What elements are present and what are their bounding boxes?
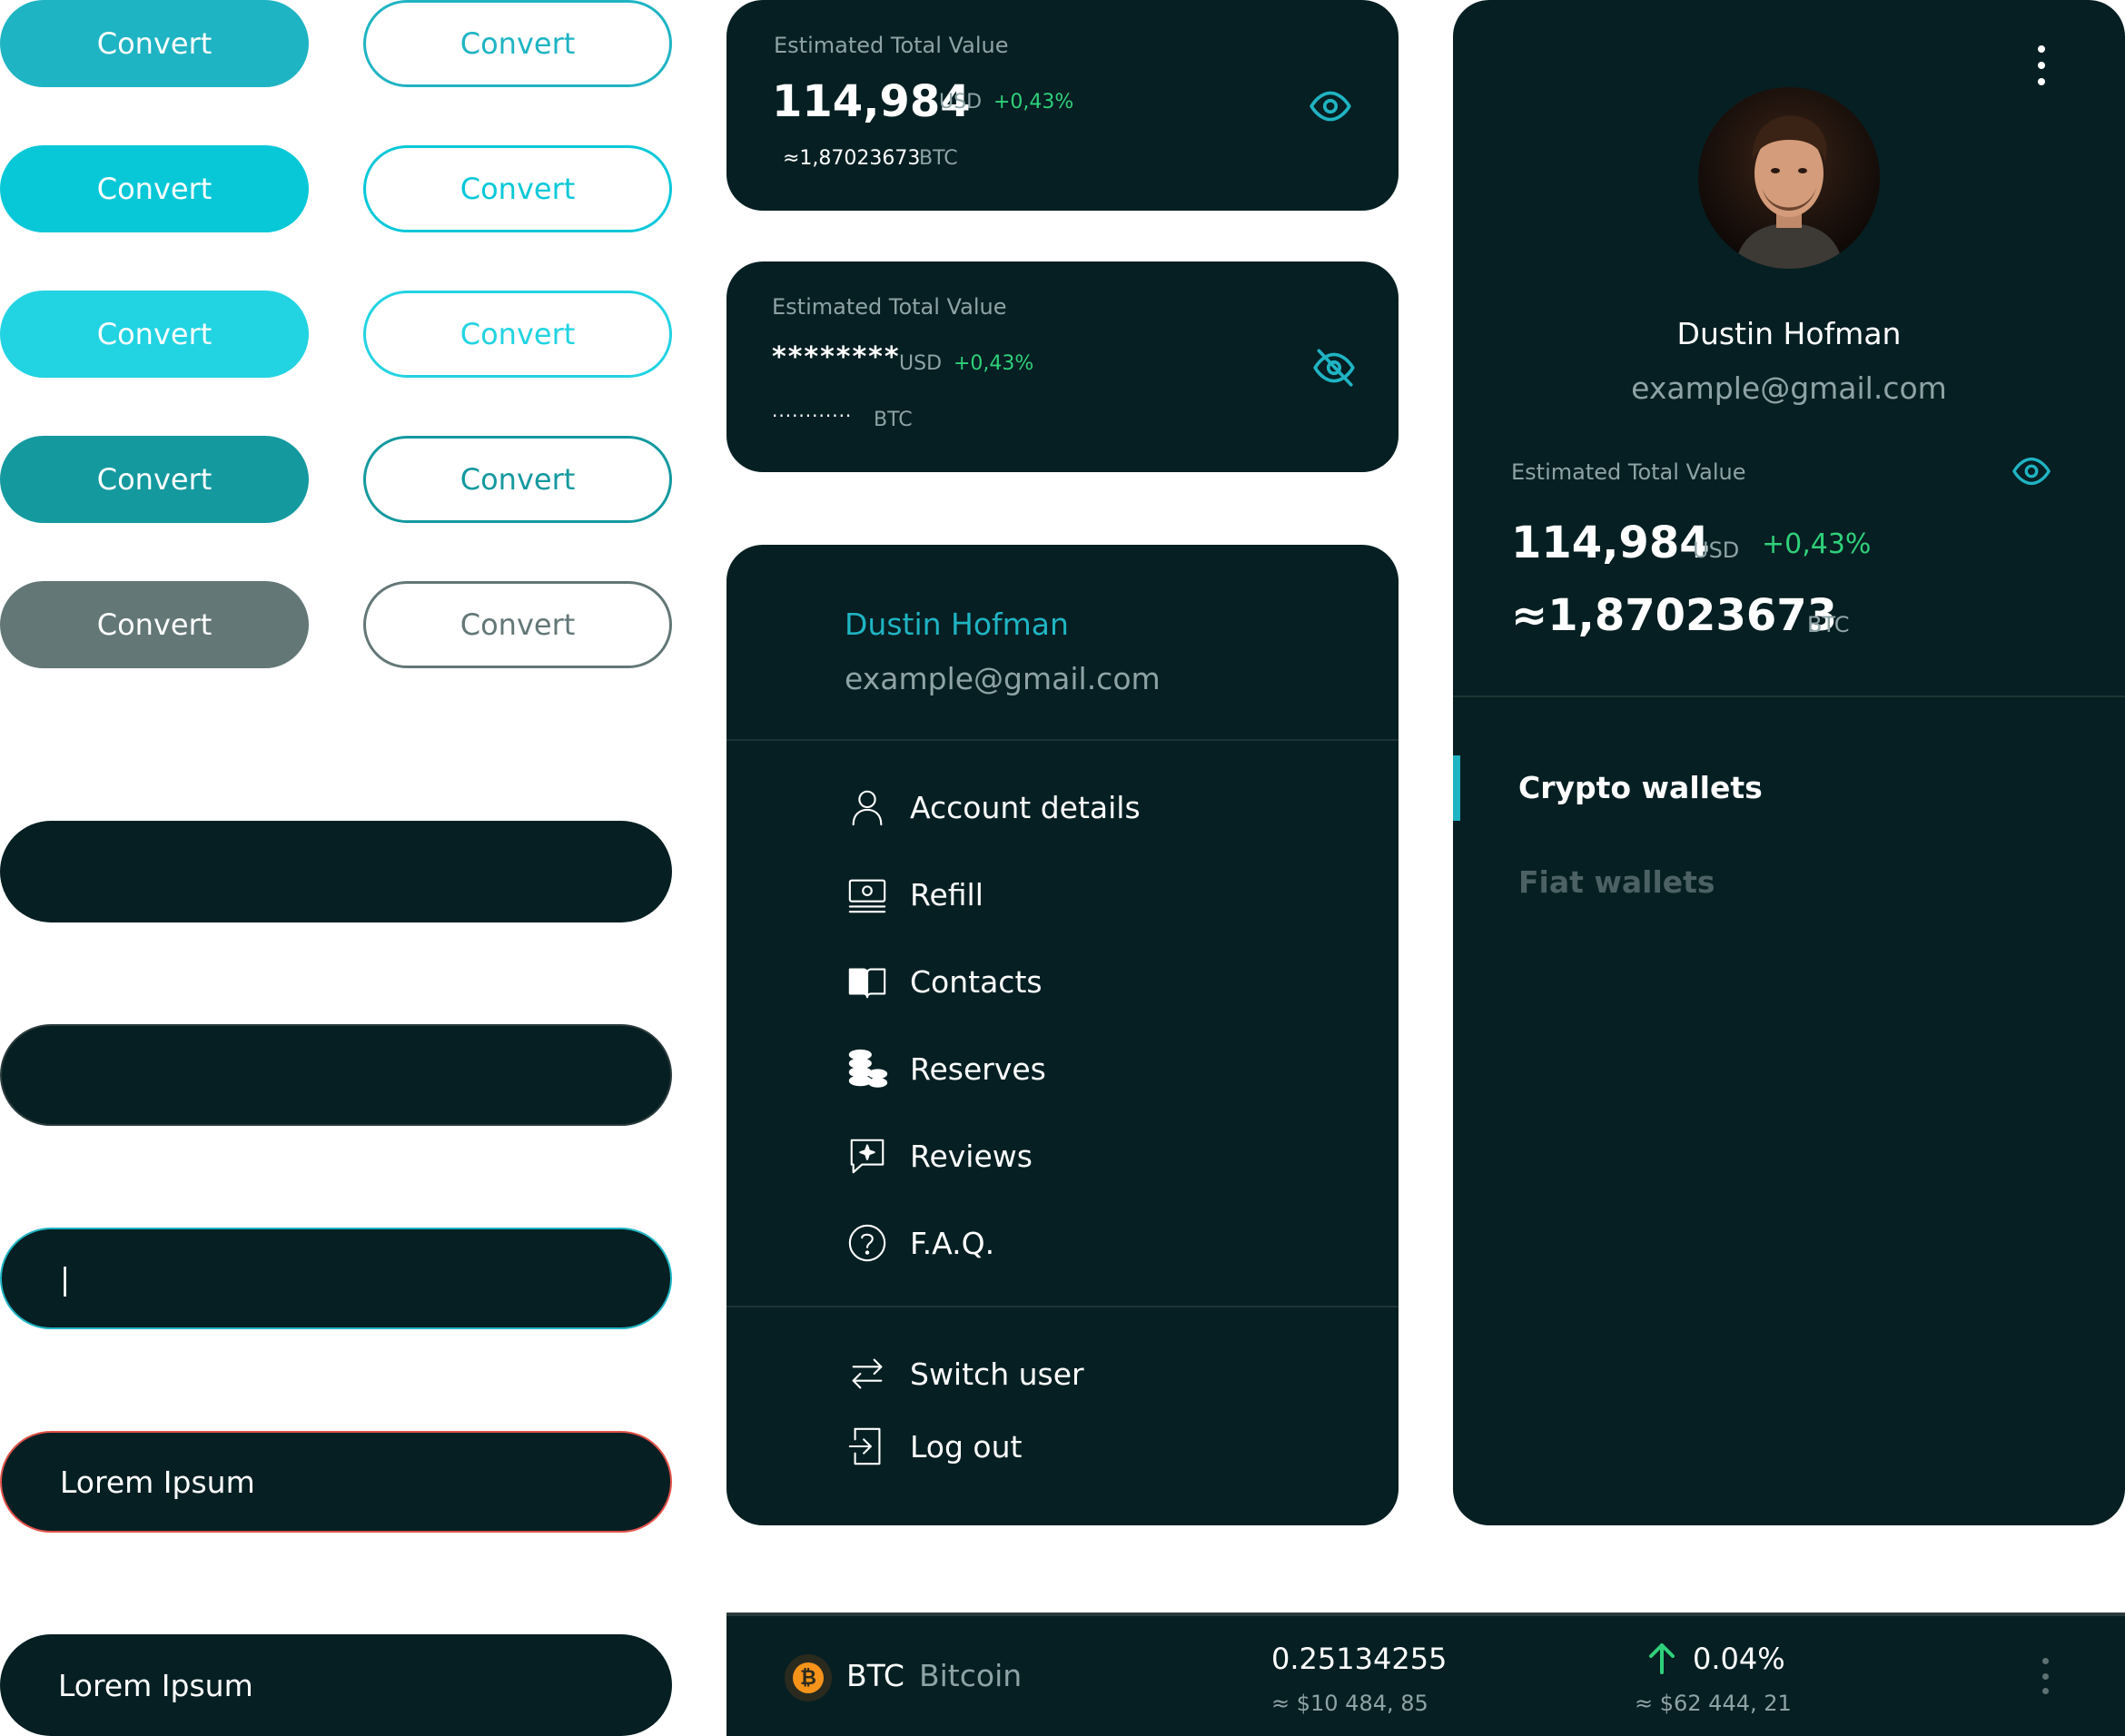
btc-amount: ≈1,87023673 bbox=[1511, 590, 1838, 641]
account-menu: Dustin Hofman example@gmail.com Account … bbox=[726, 545, 1399, 1525]
menu-item-label: Log out bbox=[910, 1428, 1023, 1465]
menu-item-reserves[interactable]: Reserves bbox=[845, 1046, 1046, 1091]
menu-item-contacts[interactable]: Contacts bbox=[845, 959, 1043, 1004]
coin-change: 0.04% bbox=[1693, 1642, 1785, 1676]
masked-btc: ............ bbox=[772, 399, 853, 421]
book-icon bbox=[845, 959, 890, 1004]
coin-name: Bitcoin bbox=[919, 1658, 1023, 1693]
estimated-value-card-hidden: Estimated Total Value ******** USD +0,43… bbox=[726, 261, 1399, 472]
convert-button-outline-focus[interactable]: Convert bbox=[363, 291, 672, 378]
avatar bbox=[1698, 87, 1880, 269]
menu-item-label: Contacts bbox=[910, 963, 1043, 1000]
btc-amount: ≈1,87023673 bbox=[783, 147, 921, 170]
eye-off-icon[interactable] bbox=[1311, 345, 1357, 390]
input-value: Lorem Ipsum bbox=[60, 1464, 255, 1500]
input-field-focused[interactable]: | bbox=[0, 1228, 672, 1329]
switch-icon bbox=[845, 1351, 890, 1396]
divider bbox=[726, 1306, 1399, 1307]
coins-icon bbox=[845, 1046, 890, 1091]
eye-icon[interactable] bbox=[1308, 84, 1353, 129]
user-icon bbox=[845, 784, 890, 830]
menu-item-account-details[interactable]: Account details bbox=[845, 784, 1141, 830]
bitcoin-icon: ₿ bbox=[785, 1654, 832, 1701]
input-field-error[interactable]: Lorem Ipsum bbox=[0, 1431, 672, 1533]
more-options-icon[interactable] bbox=[2040, 1658, 2051, 1694]
review-icon bbox=[845, 1133, 890, 1179]
value-label: Estimated Total Value bbox=[1511, 459, 1746, 485]
menu-item-log-out[interactable]: Log out bbox=[845, 1424, 1022, 1469]
change-percent: +0,43% bbox=[993, 91, 1074, 113]
profile-email: example@gmail.com bbox=[1631, 370, 1947, 406]
convert-button-focus[interactable]: Convert bbox=[0, 291, 309, 378]
input-field-default[interactable] bbox=[0, 821, 672, 922]
menu-item-label: F.A.Q. bbox=[910, 1225, 995, 1261]
convert-button-outline-hover[interactable]: Convert bbox=[363, 145, 672, 232]
logout-icon bbox=[845, 1424, 890, 1469]
menu-user-name: Dustin Hofman bbox=[845, 607, 1069, 642]
text-cursor: | bbox=[60, 1260, 71, 1297]
cash-icon bbox=[845, 872, 890, 917]
tab-fiat-wallets[interactable]: Fiat wallets bbox=[1518, 864, 1715, 900]
menu-item-label: Account details bbox=[910, 789, 1141, 825]
menu-item-label: Refill bbox=[910, 876, 983, 912]
menu-user-email: example@gmail.com bbox=[845, 661, 1161, 696]
divider bbox=[726, 739, 1399, 741]
currency-label: USD bbox=[899, 352, 943, 375]
convert-button-outline-pressed[interactable]: Convert bbox=[363, 436, 672, 523]
arrow-up-icon bbox=[1644, 1640, 1680, 1676]
btc-unit: BTC bbox=[919, 147, 958, 170]
total-amount: 114,984 bbox=[1511, 518, 1710, 568]
currency-label: USD bbox=[939, 91, 983, 113]
divider bbox=[1453, 695, 2125, 697]
more-options-icon[interactable] bbox=[2034, 45, 2049, 85]
coin-amount: 0.25134255 bbox=[1271, 1642, 1448, 1676]
tab-crypto-wallets[interactable]: Crypto wallets bbox=[1518, 770, 1763, 805]
btc-unit: BTC bbox=[1807, 612, 1850, 637]
input-field-hover[interactable] bbox=[0, 1024, 672, 1126]
active-tab-indicator bbox=[1453, 755, 1460, 821]
convert-button-outline[interactable]: Convert bbox=[363, 0, 672, 87]
convert-button-outline-disabled[interactable]: Convert bbox=[363, 581, 672, 668]
card-label: Estimated Total Value bbox=[772, 294, 1007, 320]
estimated-value-card: Estimated Total Value 114,984 USD +0,43%… bbox=[726, 0, 1399, 211]
change-percent: +0,43% bbox=[1762, 528, 1872, 560]
card-label: Estimated Total Value bbox=[774, 33, 1009, 58]
input-value: Lorem Ipsum bbox=[58, 1667, 253, 1703]
menu-item-faq[interactable]: F.A.Q. bbox=[845, 1220, 994, 1266]
profile-panel: Dustin Hofman example@gmail.com Estimate… bbox=[1453, 0, 2125, 1525]
change-percent: +0,43% bbox=[954, 352, 1034, 375]
input-field-filled[interactable]: Lorem Ipsum bbox=[0, 1634, 672, 1736]
menu-item-label: Reserves bbox=[910, 1050, 1046, 1087]
coin-amount-fiat: ≈ $10 484, 85 bbox=[1271, 1691, 1428, 1716]
convert-button-hover[interactable]: Convert bbox=[0, 145, 309, 232]
menu-item-label: Switch user bbox=[910, 1356, 1084, 1392]
currency-label: USD bbox=[1693, 538, 1740, 563]
coin-ticker: BTC bbox=[846, 1658, 904, 1693]
menu-item-reviews[interactable]: Reviews bbox=[845, 1133, 1033, 1179]
menu-item-switch-user[interactable]: Switch user bbox=[845, 1351, 1084, 1396]
profile-name: Dustin Hofman bbox=[1676, 316, 1902, 351]
coin-row[interactable]: ₿ BTC Bitcoin 0.25134255 ≈ $10 484, 85 0… bbox=[726, 1613, 2125, 1736]
convert-button-disabled[interactable]: Convert bbox=[0, 581, 309, 668]
menu-item-refill[interactable]: Refill bbox=[845, 872, 983, 917]
eye-icon[interactable] bbox=[2011, 450, 2052, 492]
btc-unit: BTC bbox=[874, 409, 913, 431]
coin-price-fiat: ≈ $62 444, 21 bbox=[1635, 1691, 1792, 1716]
masked-amount: ******** bbox=[772, 341, 901, 373]
menu-item-label: Reviews bbox=[910, 1138, 1033, 1174]
convert-button-primary[interactable]: Convert bbox=[0, 0, 309, 87]
help-icon bbox=[845, 1220, 890, 1266]
convert-button-pressed[interactable]: Convert bbox=[0, 436, 309, 523]
